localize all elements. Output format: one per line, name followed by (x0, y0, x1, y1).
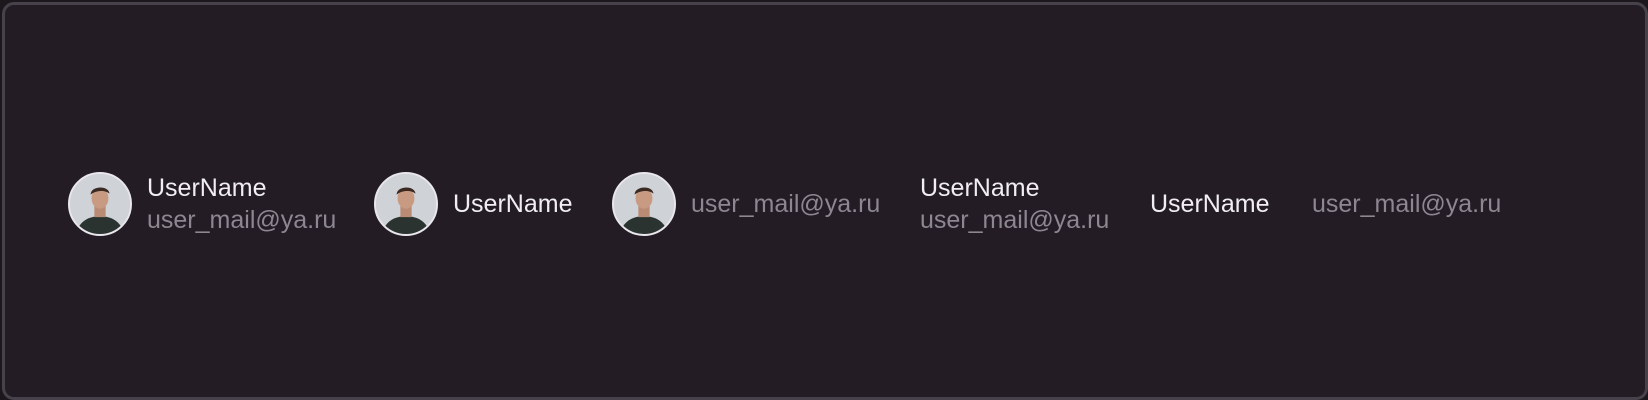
user-photo-icon (376, 174, 436, 234)
user-photo-icon (70, 174, 130, 234)
user-variants-panel: UserName user_mail@ya.ru UserName user_m… (2, 2, 1648, 400)
avatar (612, 172, 676, 236)
user-card-email[interactable]: user_mail@ya.ru (1312, 169, 1501, 239)
avatar (374, 172, 438, 236)
user-text: UserName user_mail@ya.ru (920, 172, 1109, 236)
user-name: UserName (920, 174, 1040, 202)
user-variants-row: UserName user_mail@ya.ru UserName user_m… (5, 5, 1645, 397)
user-email: user_mail@ya.ru (1312, 190, 1502, 218)
user-email: user_mail@ya.ru (920, 206, 1110, 234)
user-card-avatar-email[interactable]: user_mail@ya.ru (612, 169, 880, 239)
user-card-avatar-name[interactable]: UserName (374, 169, 572, 239)
user-photo-icon (614, 174, 674, 234)
user-text: UserName (1150, 188, 1269, 220)
avatar (68, 172, 132, 236)
user-text: user_mail@ya.ru (691, 188, 880, 220)
user-card-name-email[interactable]: UserName user_mail@ya.ru (920, 169, 1109, 239)
user-email: user_mail@ya.ru (147, 206, 337, 234)
user-card-name[interactable]: UserName (1150, 169, 1269, 239)
user-email: user_mail@ya.ru (691, 190, 881, 218)
user-name: UserName (147, 174, 267, 202)
user-text: UserName user_mail@ya.ru (147, 172, 336, 236)
user-name: UserName (1150, 190, 1270, 218)
user-name: UserName (453, 190, 573, 218)
user-card-avatar-name-email[interactable]: UserName user_mail@ya.ru (68, 169, 336, 239)
user-text: UserName (453, 188, 572, 220)
user-text: user_mail@ya.ru (1312, 188, 1501, 220)
